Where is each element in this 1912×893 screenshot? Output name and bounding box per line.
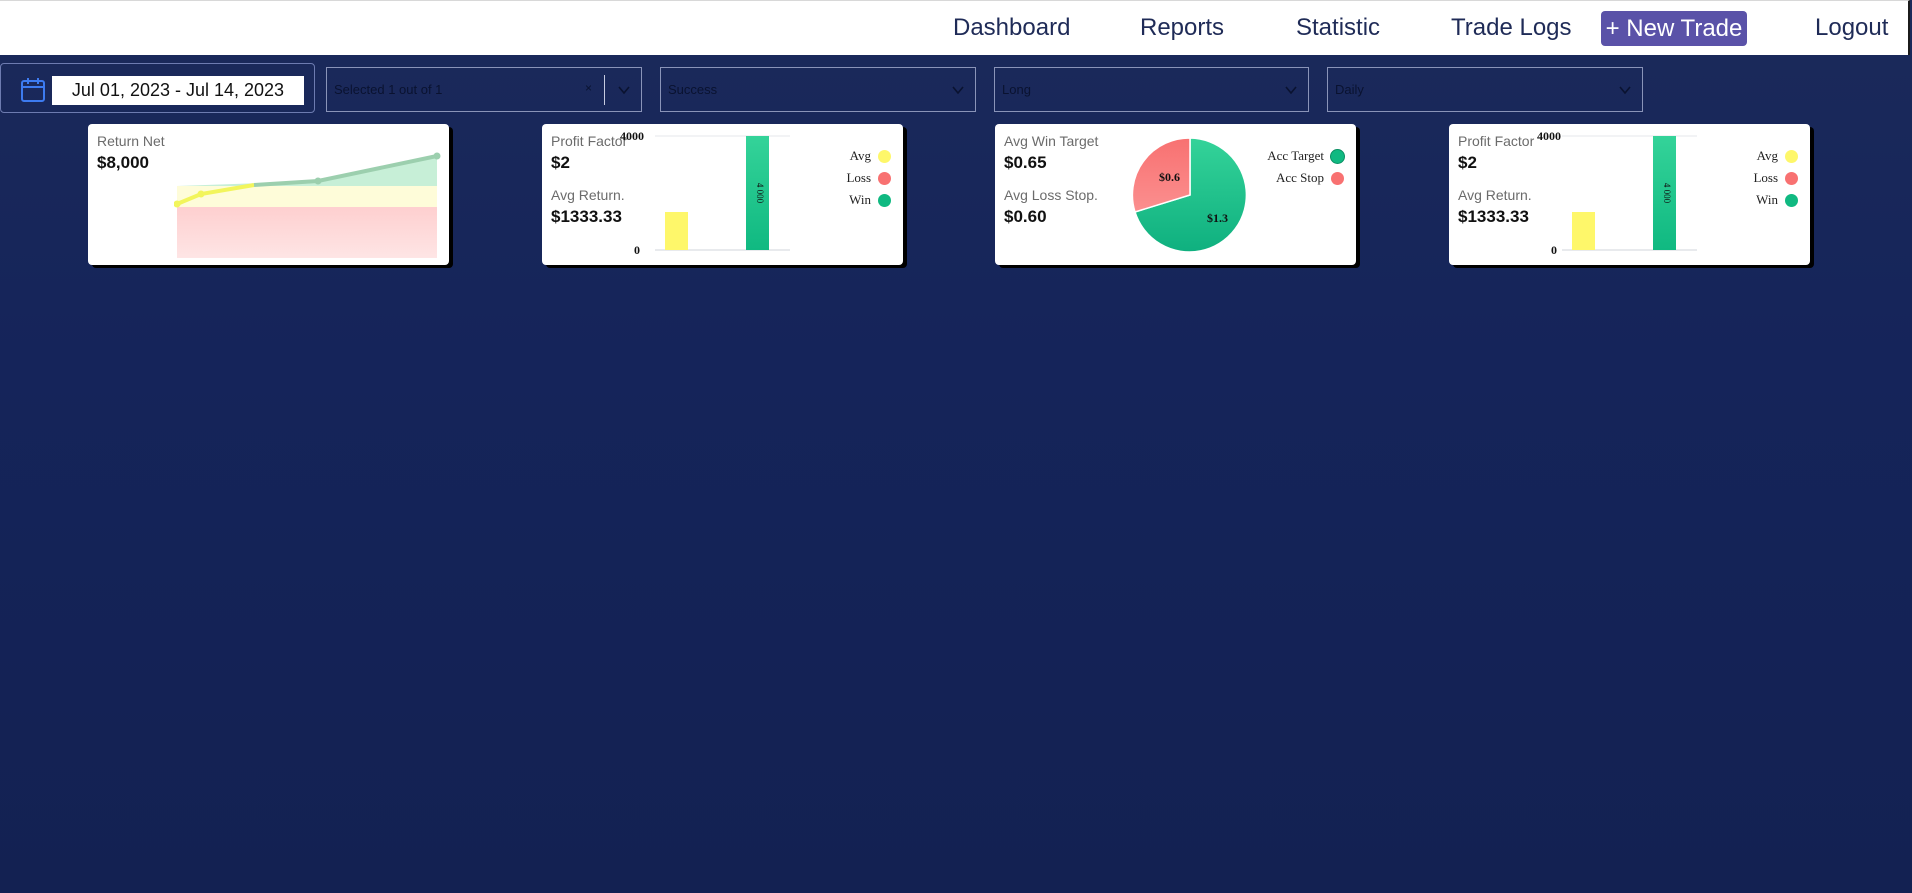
avg-bar (665, 212, 688, 250)
axis-top-label: 4000 (1537, 130, 1561, 143)
new-trade-button[interactable]: + New Trade (1601, 11, 1747, 46)
win-target-pie: $0.6 $1.3 (1131, 137, 1248, 253)
logout-link[interactable]: Logout (1815, 14, 1888, 42)
select-separator (604, 75, 605, 105)
avg-loss-stop-value: $0.60 (1004, 207, 1047, 226)
slice-loss-label: $0.6 (1159, 170, 1180, 184)
profit-factor-card: Profit Factor $2 Avg Return. $1333.33 40… (542, 124, 903, 265)
return-point (433, 152, 441, 160)
nav-statistic[interactable]: Statistic (1296, 14, 1380, 42)
clear-selection-icon[interactable]: × (585, 81, 592, 95)
return-net-value: $8,000 (97, 153, 149, 172)
avg-win-target-label: Avg Win Target (1004, 133, 1099, 149)
axis-bottom-label: 0 (634, 243, 640, 257)
chevron-down-icon[interactable] (951, 83, 965, 97)
chevron-down-icon[interactable] (1618, 83, 1632, 97)
avg-zone (177, 186, 437, 207)
legend-avg-swatch (878, 150, 891, 163)
status-select-value: Success (668, 82, 718, 97)
nav-trade-logs[interactable]: Trade Logs (1451, 14, 1572, 42)
axis-bottom-label: 0 (1551, 243, 1557, 257)
date-range-picker[interactable]: Jul 01, 2023 - Jul 14, 2023 (0, 63, 315, 113)
direction-select[interactable]: Long (994, 67, 1309, 112)
win-bar-label: 4 000 (755, 183, 765, 204)
nav-dashboard[interactable]: Dashboard (953, 14, 1070, 42)
return-net-card: Return Net $8,000 (88, 124, 449, 265)
period-select-value: Daily (1335, 82, 1364, 97)
chevron-down-icon[interactable] (1284, 83, 1298, 97)
legend-win: Win (849, 192, 871, 207)
legend-avg-swatch (1785, 150, 1798, 163)
avg-return-value: $1333.33 (551, 207, 622, 226)
legend-acc-stop: Acc Stop (1275, 170, 1324, 185)
return-point (314, 177, 322, 185)
profit-bar-chart-2: 4000 0 4 000 (1537, 130, 1697, 257)
win-target-card: Avg Win Target $0.65 Avg Loss Stop. $0.6… (995, 124, 1356, 265)
account-select[interactable]: Selected 1 out of 1 × (326, 67, 642, 112)
legend-acc-target: Acc Target (1267, 148, 1324, 163)
axis-top-label: 4000 (620, 130, 644, 143)
return-net-label: Return Net (97, 133, 165, 149)
profit-factor-value: $2 (1458, 153, 1477, 172)
account-select-value: Selected 1 out of 1 (334, 82, 443, 97)
legend-avg: Avg (849, 148, 871, 163)
legend-loss: Loss (846, 170, 871, 185)
avg-return-label: Avg Return. (551, 187, 625, 203)
legend-avg: Avg (1756, 148, 1778, 163)
slice-win-label: $1.3 (1207, 211, 1228, 225)
chevron-down-icon[interactable] (617, 83, 631, 97)
legend-win-swatch (878, 194, 891, 207)
legend-loss: Loss (1753, 170, 1778, 185)
legend-loss-swatch (878, 172, 891, 185)
direction-select-value: Long (1002, 82, 1031, 97)
avg-return-label: Avg Return. (1458, 187, 1532, 203)
status-select[interactable]: Success (660, 67, 976, 112)
avg-bar (1572, 212, 1595, 250)
return-net-chart (174, 152, 441, 258)
legend-win: Win (1756, 192, 1778, 207)
avg-loss-stop-label: Avg Loss Stop. (1004, 187, 1098, 203)
top-navbar: Dashboard Reports Statistic Trade Logs +… (0, 0, 1910, 55)
profit-factor-label: Profit Factor (551, 133, 628, 149)
loss-zone (177, 207, 437, 258)
return-point (197, 190, 205, 198)
nav-reports[interactable]: Reports (1140, 14, 1224, 42)
period-select[interactable]: Daily (1327, 67, 1643, 112)
profit-factor-card-2: Profit Factor $2 Avg Return. $1333.33 40… (1449, 124, 1810, 265)
profit-bar-chart: 4000 0 4 000 (620, 130, 790, 257)
calendar-icon[interactable] (20, 77, 46, 103)
legend-stop-swatch (1331, 172, 1344, 185)
profit-factor-label: Profit Factor (1458, 133, 1535, 149)
legend-win-swatch (1785, 194, 1798, 207)
win-bar-label: 4 000 (1662, 183, 1672, 204)
date-range-input[interactable]: Jul 01, 2023 - Jul 14, 2023 (52, 76, 304, 105)
legend-loss-swatch (1785, 172, 1798, 185)
legend-target-swatch (1331, 150, 1344, 163)
avg-return-value: $1333.33 (1458, 207, 1529, 226)
profit-factor-value: $2 (551, 153, 570, 172)
avg-win-target-value: $0.65 (1004, 153, 1047, 172)
